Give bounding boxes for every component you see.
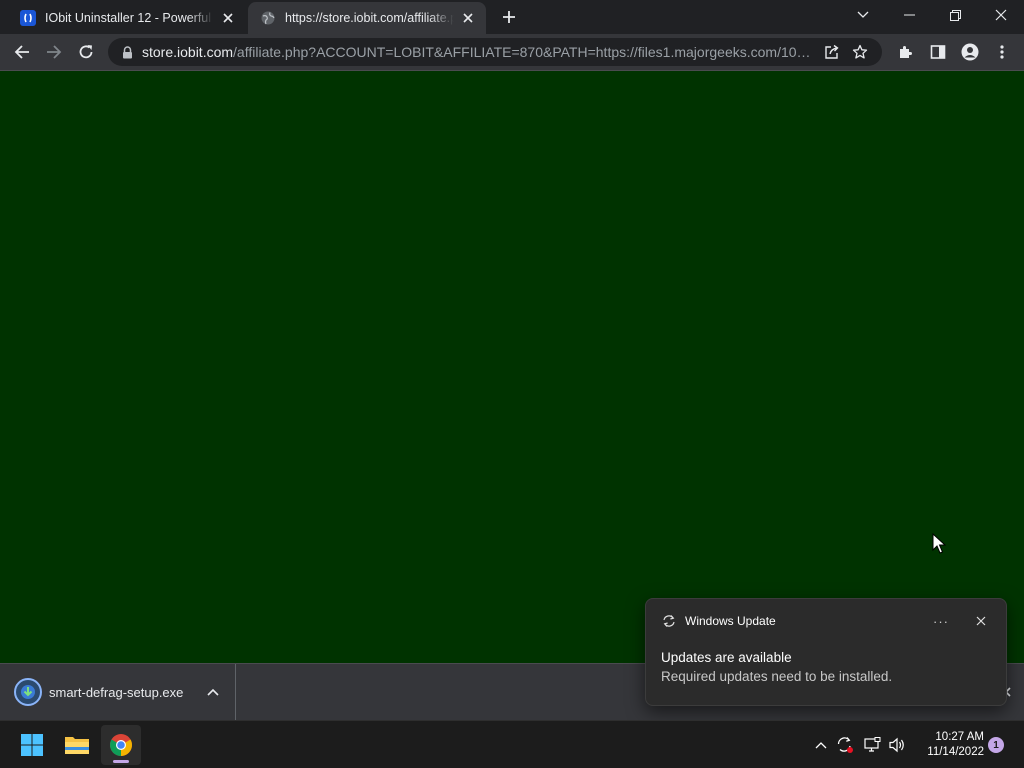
extensions-button[interactable] (892, 38, 920, 66)
notification-app-name: Windows Update (685, 614, 776, 628)
minimize-button[interactable] (887, 0, 931, 30)
folder-icon (65, 737, 89, 754)
download-options-button[interactable] (201, 680, 225, 704)
download-filename: smart-defrag-setup.exe (49, 684, 184, 700)
reload-icon (79, 45, 93, 59)
show-hidden-icons-button[interactable] (810, 733, 832, 757)
share-button[interactable] (818, 40, 846, 64)
chrome-taskbar-button[interactable] (101, 725, 141, 765)
page-content[interactable] (0, 71, 1024, 663)
star-icon (852, 44, 868, 59)
file-explorer-button[interactable] (57, 725, 97, 765)
windows-update-tray-icon[interactable] (834, 733, 856, 757)
installer-file-icon (14, 678, 42, 706)
arrow-right-icon (47, 45, 62, 59)
minimize-icon (903, 14, 915, 16)
download-item[interactable]: smart-defrag-setup.exe (0, 664, 236, 720)
back-button[interactable] (8, 38, 36, 66)
menu-button[interactable] (988, 38, 1016, 66)
notification-center-badge[interactable]: 1 (988, 737, 1004, 753)
forward-button[interactable] (40, 38, 68, 66)
volume-icon[interactable] (886, 733, 908, 757)
start-button[interactable] (12, 725, 52, 765)
notification-header: Windows Update ··· (646, 599, 1006, 643)
restore-button[interactable] (933, 0, 977, 30)
share-icon (825, 44, 839, 59)
url-path: /affiliate.php?ACCOUNT=LOBIT&AFFILIATE=8… (233, 44, 818, 60)
chevron-up-icon (207, 688, 219, 696)
profile-button[interactable] (956, 38, 984, 66)
close-icon (976, 616, 986, 626)
new-tab-button[interactable] (497, 5, 521, 29)
system-clock[interactable]: 10:27 AM 11/14/2022 (912, 730, 984, 760)
notification-close-button[interactable] (966, 606, 996, 636)
notification-more-button[interactable]: ··· (926, 606, 956, 636)
sync-icon (661, 613, 677, 629)
mouse-cursor-icon (932, 533, 946, 554)
plus-icon (503, 11, 515, 23)
update-pending-icon (837, 737, 853, 753)
arrow-left-icon (14, 45, 29, 59)
chrome-icon (110, 734, 132, 756)
globe-icon (260, 10, 276, 26)
puzzle-icon (900, 46, 912, 58)
tab-close-icon[interactable] (218, 8, 238, 28)
clock-date: 11/14/2022 (927, 746, 984, 758)
network-icon[interactable] (861, 733, 883, 757)
tab-store-iobit-affiliate[interactable]: https://store.iobit.com/affiliate.php (248, 2, 486, 34)
person-icon (961, 43, 979, 61)
lock-icon[interactable] (120, 45, 134, 59)
chevron-down-icon (857, 11, 869, 18)
tab-title: IObit Uninstaller 12 - Powerful Uninstal… (45, 11, 214, 25)
restore-icon (949, 9, 961, 21)
iobit-favicon-icon (20, 10, 36, 26)
tab-strip: IObit Uninstaller 12 - Powerful Uninstal… (0, 0, 1024, 34)
side-panel-icon (930, 45, 946, 59)
chevron-up-icon (815, 742, 827, 749)
url-host: store.iobit.com (142, 44, 234, 60)
kebab-menu-icon (1000, 45, 1004, 59)
taskbar: 10:27 AM 11/14/2022 1 (0, 720, 1024, 768)
active-app-indicator (113, 760, 129, 763)
notification-body: Required updates need to be installed. (661, 669, 893, 684)
tab-close-icon[interactable] (458, 8, 478, 28)
close-window-button[interactable] (979, 0, 1023, 30)
url-text[interactable]: store.iobit.com/affiliate.php?ACCOUNT=LO… (142, 44, 818, 60)
reload-button[interactable] (72, 38, 100, 66)
side-panel-button[interactable] (924, 38, 952, 66)
browser-toolbar: store.iobit.com/affiliate.php?ACCOUNT=LO… (0, 34, 1024, 71)
windows-update-notification[interactable]: Windows Update ··· Updates are available… (645, 598, 1007, 706)
tab-title: https://store.iobit.com/affiliate.php (285, 11, 454, 25)
clock-time: 10:27 AM (935, 731, 984, 743)
windows-logo-icon (21, 734, 43, 756)
tab-search-button[interactable] (841, 0, 885, 30)
notification-title: Updates are available (661, 650, 792, 665)
bookmark-button[interactable] (846, 40, 874, 64)
tab-iobit-uninstaller[interactable]: IObit Uninstaller 12 - Powerful Uninstal… (8, 2, 246, 34)
address-bar[interactable]: store.iobit.com/affiliate.php?ACCOUNT=LO… (108, 38, 882, 66)
close-icon (995, 9, 1007, 21)
